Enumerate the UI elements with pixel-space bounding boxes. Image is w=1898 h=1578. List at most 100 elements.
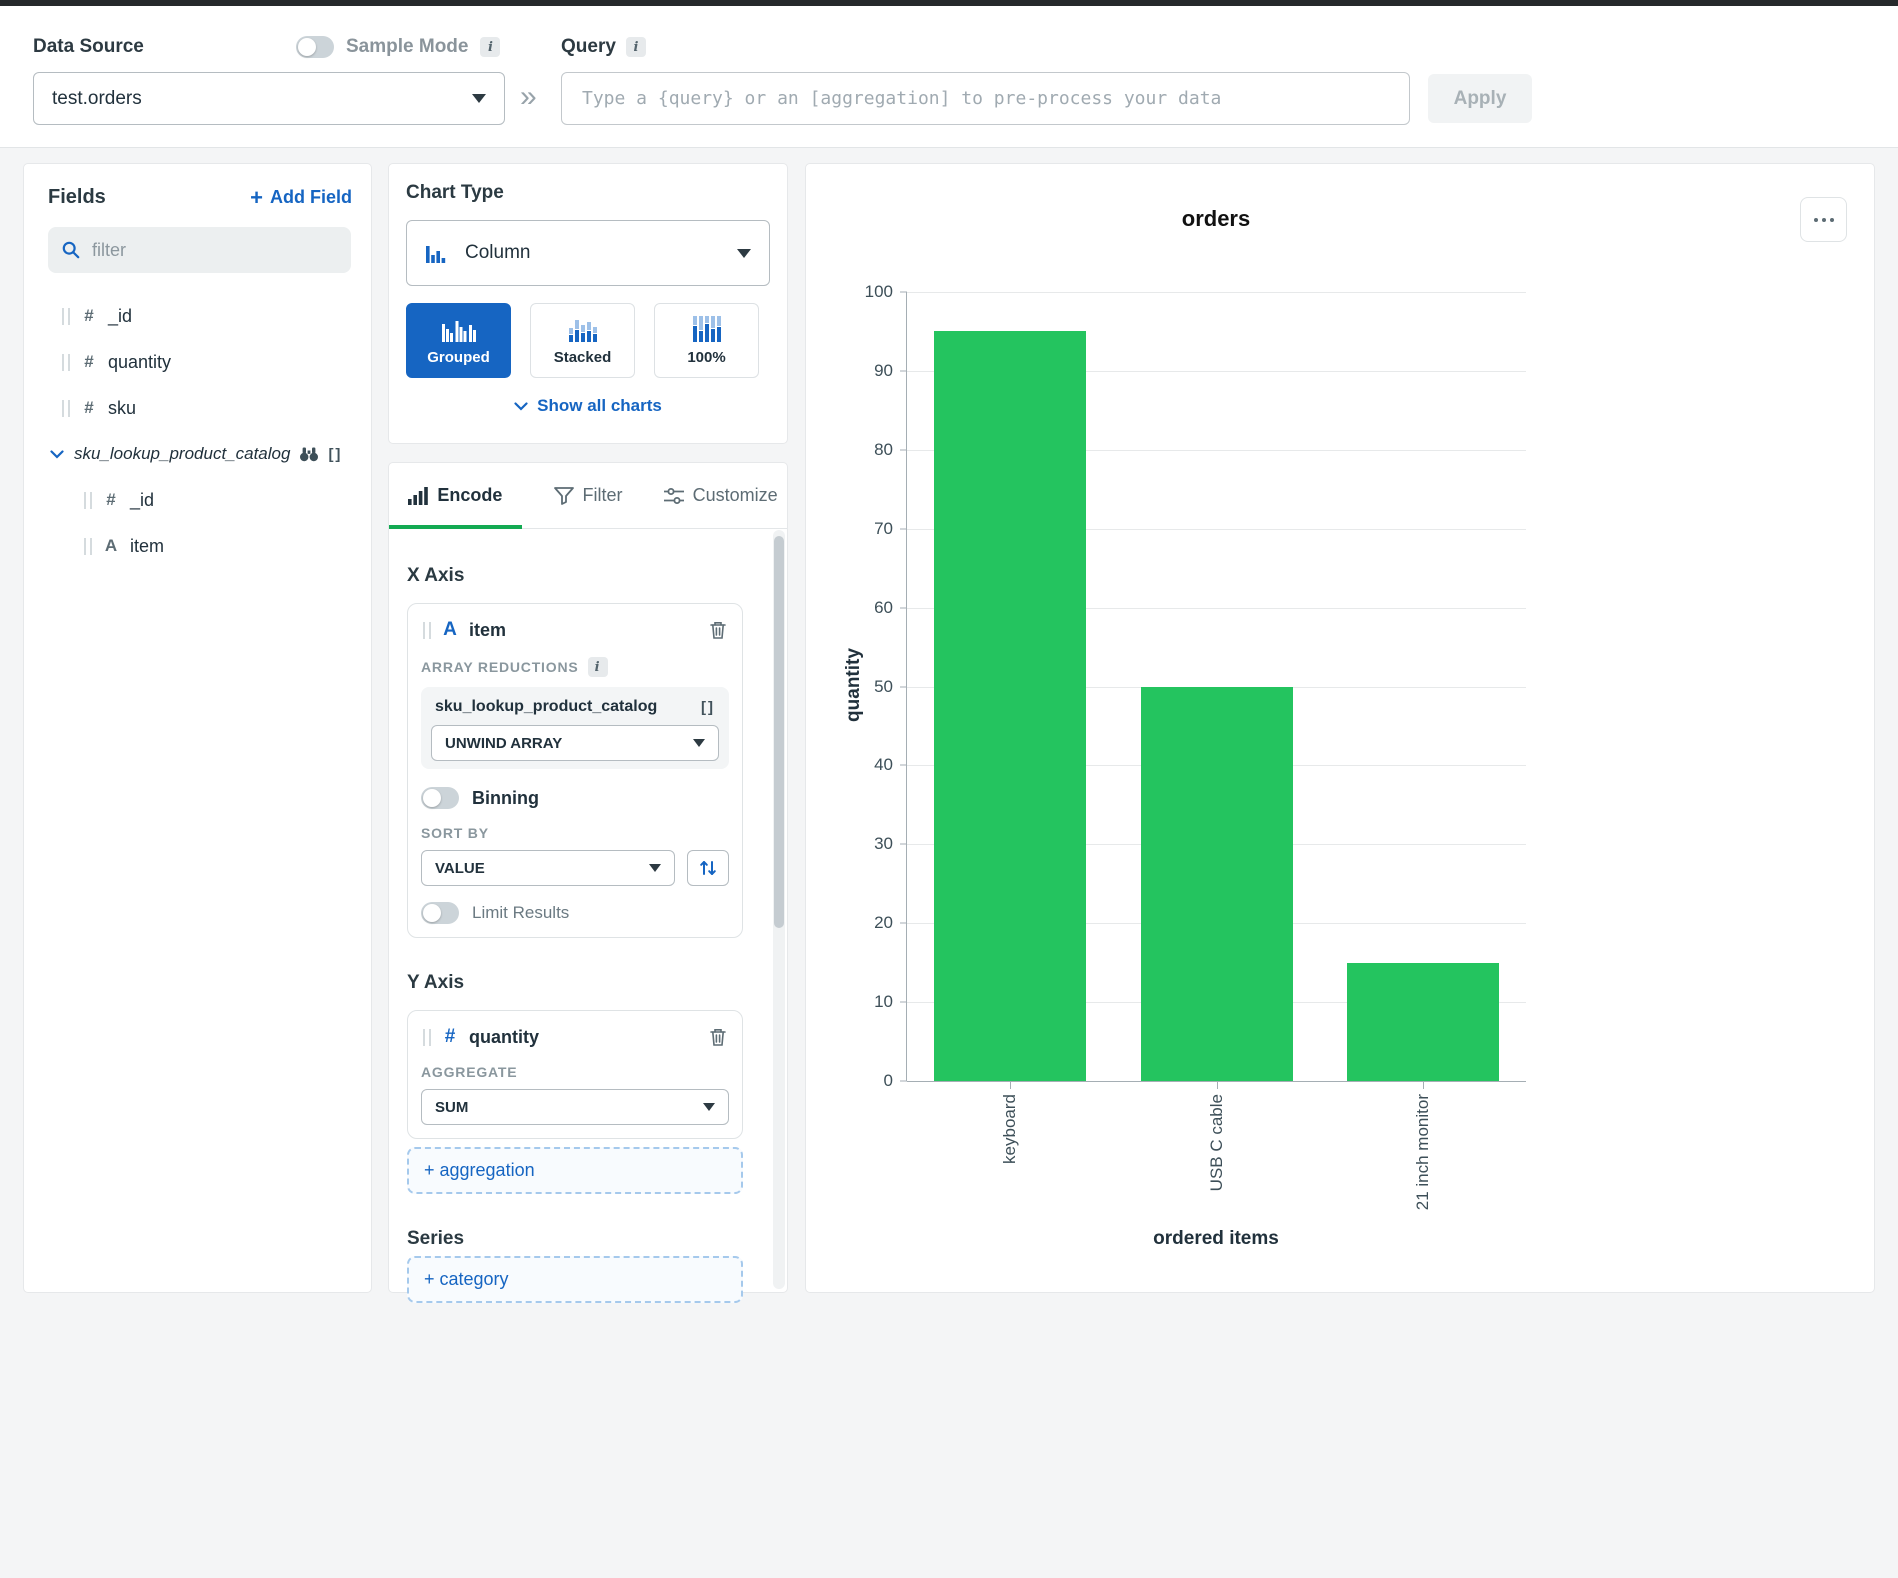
chevron-down-icon bbox=[514, 402, 528, 411]
y-tick-mark bbox=[900, 607, 907, 608]
info-icon[interactable]: i bbox=[588, 657, 608, 677]
variant-stacked-button[interactable]: Stacked bbox=[530, 303, 635, 378]
drag-handle-icon[interactable] bbox=[423, 622, 431, 639]
binning-toggle[interactable] bbox=[421, 787, 459, 809]
drag-handle-icon[interactable] bbox=[62, 308, 70, 325]
array-reductions-label: ARRAY REDUCTIONS bbox=[421, 659, 579, 675]
add-category-button[interactable]: + category bbox=[407, 1256, 743, 1303]
drag-handle-icon[interactable] bbox=[84, 492, 92, 509]
field-filter-box bbox=[48, 227, 351, 273]
scrollbar-track[interactable] bbox=[773, 530, 785, 1289]
field-row-id[interactable]: # _id bbox=[24, 293, 361, 339]
show-all-charts-label: Show all charts bbox=[537, 396, 662, 416]
x-category-label: 21 inch monitor bbox=[1413, 1094, 1433, 1210]
trash-icon[interactable] bbox=[709, 620, 727, 640]
field-row-lookup-item[interactable]: A item bbox=[24, 523, 361, 569]
trash-icon[interactable] bbox=[709, 1027, 727, 1047]
tab-customize-label: Customize bbox=[693, 485, 778, 506]
limit-results-label: Limit Results bbox=[472, 903, 569, 923]
chart-type-select[interactable]: Column bbox=[406, 220, 770, 286]
field-list: # _id # quantity # sku sku_lookup_produc… bbox=[24, 273, 371, 569]
field-name: _id bbox=[130, 490, 154, 511]
sample-mode-group: Sample Mode i bbox=[296, 36, 500, 58]
string-type-icon: A bbox=[440, 619, 460, 641]
x-tick-mark bbox=[1217, 1081, 1218, 1089]
chart-plot-area: 0102030405060708090100keyboardUSB C cabl… bbox=[906, 292, 1526, 1081]
binning-row: Binning bbox=[421, 787, 729, 809]
y-tick-label: 80 bbox=[874, 440, 893, 460]
y-tick-label: 70 bbox=[874, 519, 893, 539]
drag-handle-icon[interactable] bbox=[62, 354, 70, 371]
variant-label: Grouped bbox=[427, 349, 490, 366]
number-type-icon: # bbox=[79, 306, 99, 326]
x-tick-mark bbox=[1010, 1081, 1011, 1089]
field-row-sku-lookup-product-catalog[interactable]: sku_lookup_product_catalog [] bbox=[24, 431, 361, 477]
y-tick-mark bbox=[900, 1081, 907, 1082]
info-icon[interactable]: i bbox=[626, 37, 646, 57]
plus-icon: + bbox=[250, 190, 263, 206]
add-aggregation-button[interactable]: + aggregation bbox=[407, 1147, 743, 1194]
field-row-lookup-id[interactable]: # _id bbox=[24, 477, 361, 523]
query-label: Query bbox=[561, 36, 616, 58]
y-tick-mark bbox=[900, 1002, 907, 1003]
fields-panel: Fields + Add Field # _id # quantity # sk… bbox=[23, 163, 372, 1293]
field-filter-input[interactable] bbox=[92, 240, 337, 261]
y-tick-mark bbox=[900, 686, 907, 687]
tab-filter[interactable]: Filter bbox=[522, 463, 655, 528]
y-axis-field-card: # quantity AGGREGATE SUM bbox=[407, 1010, 743, 1139]
info-icon[interactable]: i bbox=[480, 37, 500, 57]
encode-panel: Encode Filter Customize X Axis A item bbox=[388, 462, 788, 1293]
stacked-bars-icon bbox=[568, 316, 598, 342]
drag-handle-icon[interactable] bbox=[423, 1029, 431, 1046]
ellipsis-icon bbox=[1814, 218, 1818, 222]
binning-label: Binning bbox=[472, 788, 539, 809]
number-type-icon: # bbox=[79, 398, 99, 418]
sort-by-value: VALUE bbox=[435, 860, 485, 877]
sort-direction-button[interactable] bbox=[687, 850, 729, 886]
x-axis-heading: X Axis bbox=[407, 565, 743, 587]
column-chart-icon bbox=[425, 241, 449, 265]
y-tick-mark bbox=[900, 923, 907, 924]
sample-mode-toggle[interactable] bbox=[296, 36, 334, 58]
unwind-array-select[interactable]: UNWIND ARRAY bbox=[431, 725, 719, 761]
chevron-down-icon[interactable] bbox=[50, 450, 65, 459]
field-name: sku_lookup_product_catalog bbox=[74, 444, 290, 464]
tab-encode[interactable]: Encode bbox=[389, 463, 522, 528]
variant-grouped-button[interactable]: Grouped bbox=[406, 303, 511, 378]
query-label-group: Query i bbox=[561, 36, 646, 58]
y-tick-label: 90 bbox=[874, 361, 893, 381]
apply-button[interactable]: Apply bbox=[1428, 74, 1532, 123]
field-row-quantity[interactable]: # quantity bbox=[24, 339, 361, 385]
array-type-icon: [] bbox=[328, 446, 342, 463]
limit-results-toggle[interactable] bbox=[421, 902, 459, 924]
field-row-sku[interactable]: # sku bbox=[24, 385, 361, 431]
bar-keyboard[interactable] bbox=[934, 331, 1086, 1081]
bar-21-inch-monitor[interactable] bbox=[1347, 963, 1499, 1081]
query-input[interactable] bbox=[561, 72, 1410, 125]
y-tick-label: 40 bbox=[874, 755, 893, 775]
y-tick-label: 60 bbox=[874, 598, 893, 618]
y-tick-label: 20 bbox=[874, 913, 893, 933]
show-all-charts-link[interactable]: Show all charts bbox=[406, 396, 770, 416]
bar-usb-c-cable[interactable] bbox=[1141, 687, 1293, 1082]
aggregate-value: SUM bbox=[435, 1099, 468, 1116]
y-tick-label: 50 bbox=[874, 677, 893, 697]
add-field-button[interactable]: + Add Field bbox=[250, 187, 352, 208]
aggregate-select[interactable]: SUM bbox=[421, 1089, 729, 1125]
series-heading: Series bbox=[407, 1228, 743, 1250]
y-tick-label: 100 bbox=[865, 282, 893, 302]
fields-header: Fields + Add Field bbox=[24, 164, 371, 227]
variant-100-button[interactable]: 100% bbox=[654, 303, 759, 378]
chart-menu-button[interactable] bbox=[1800, 197, 1847, 242]
drag-handle-icon[interactable] bbox=[62, 400, 70, 417]
encode-bars-icon bbox=[408, 487, 428, 505]
field-name: quantity bbox=[108, 352, 171, 373]
field-name: _id bbox=[108, 306, 132, 327]
scrollbar-thumb[interactable] bbox=[774, 536, 784, 928]
encode-tabs: Encode Filter Customize bbox=[389, 463, 787, 529]
drag-handle-icon[interactable] bbox=[84, 538, 92, 555]
sort-by-select[interactable]: VALUE bbox=[421, 850, 675, 886]
data-source-select[interactable]: test.orders bbox=[33, 72, 505, 125]
y-tick-label: 10 bbox=[874, 992, 893, 1012]
tab-customize[interactable]: Customize bbox=[654, 463, 787, 528]
